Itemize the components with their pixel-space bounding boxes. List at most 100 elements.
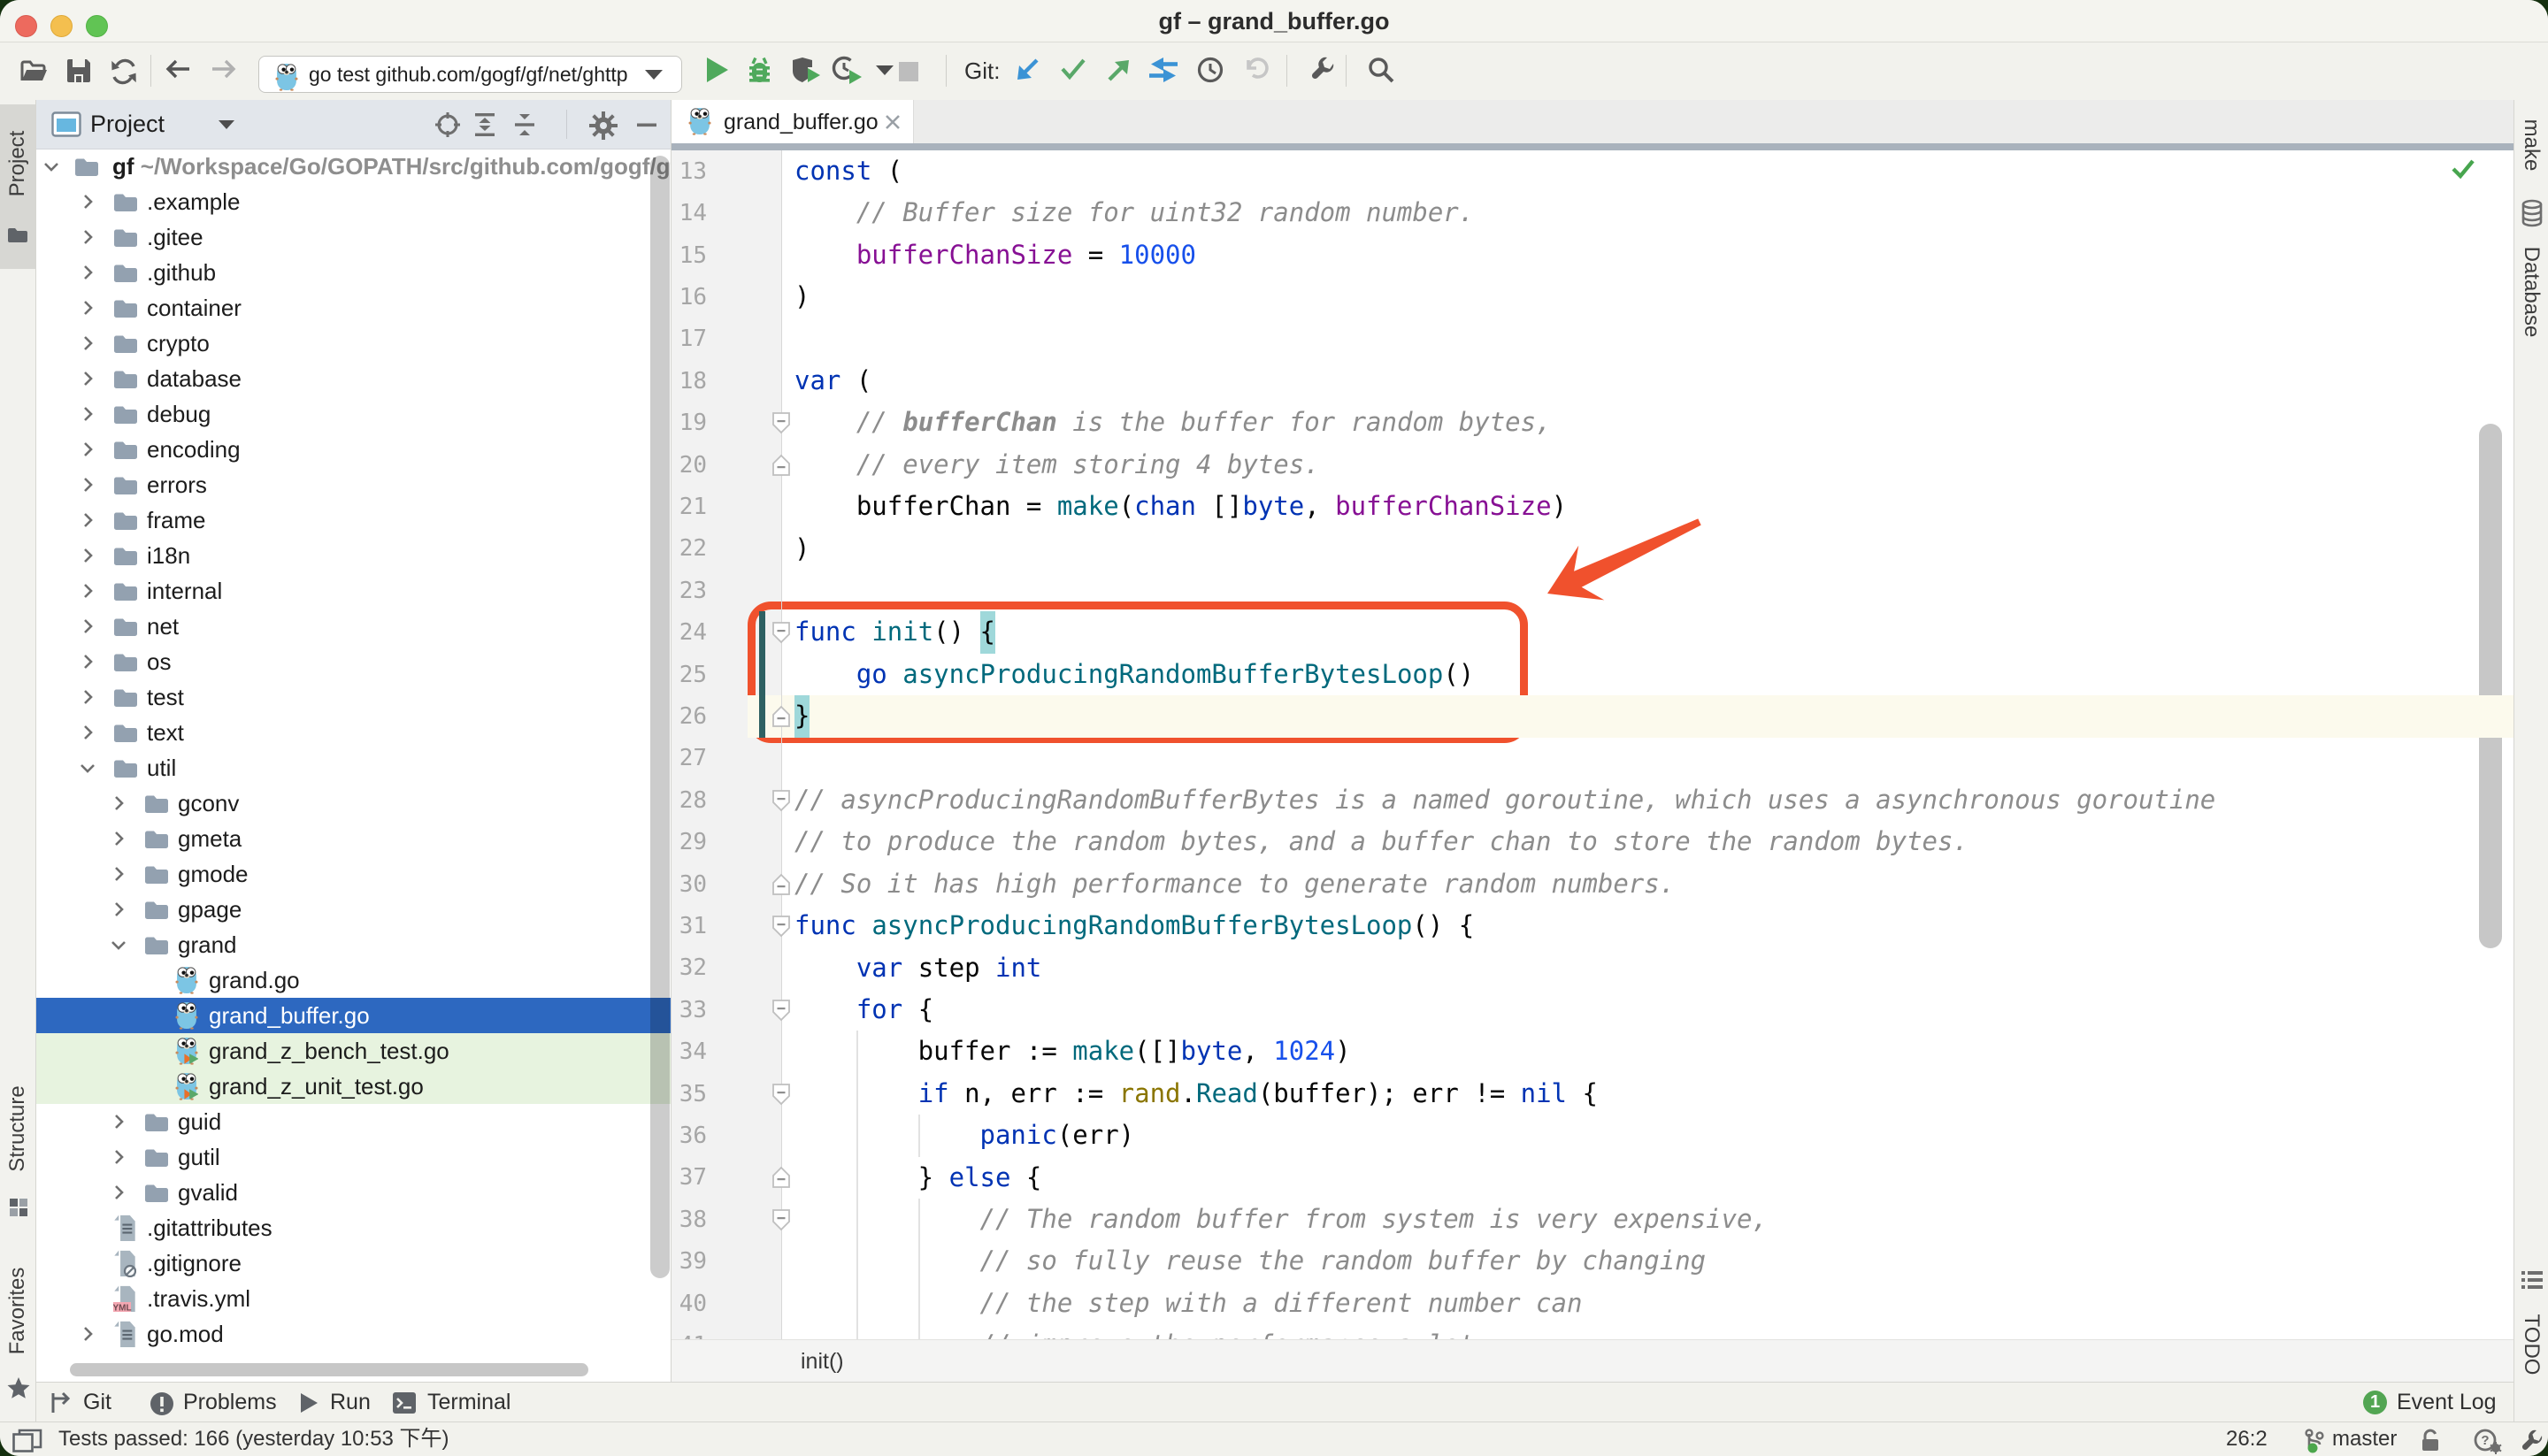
code-line[interactable]: var step int <box>794 947 1041 989</box>
chevron-right-icon[interactable] <box>78 510 97 530</box>
fold-marker-down[interactable] <box>771 1208 791 1231</box>
fold-marker-up[interactable] <box>771 454 791 477</box>
tree-row[interactable]: go.mod <box>36 1316 671 1352</box>
code-line[interactable]: go asyncProducingRandomBufferBytesLoop() <box>794 654 1474 695</box>
tree-row[interactable]: gutil <box>36 1139 671 1175</box>
chevron-right-icon[interactable] <box>78 440 97 459</box>
caret-position[interactable]: 26:2 <box>2226 1422 2268 1456</box>
fold-marker-up[interactable] <box>771 873 791 896</box>
folder-tool-icon[interactable] <box>7 226 28 244</box>
hide-panel-icon[interactable] <box>633 111 660 138</box>
structure-icon[interactable] <box>8 1197 29 1218</box>
tree-row[interactable]: gmeta <box>36 821 671 856</box>
breadcrumb[interactable]: init() <box>801 1340 844 1382</box>
wrench-icon[interactable] <box>2520 1429 2544 1454</box>
coverage-button[interactable] <box>790 56 821 84</box>
fold-marker-down[interactable] <box>771 789 791 812</box>
tree-row[interactable]: .gitee <box>36 219 671 255</box>
chevron-right-icon[interactable] <box>78 617 97 636</box>
run-configuration-select[interactable]: go test github.com/gogf/gf/net/ghttp <box>258 56 682 93</box>
close-icon[interactable] <box>884 113 902 131</box>
tree-row[interactable]: gmode <box>36 856 671 892</box>
sync-icon[interactable] <box>110 57 138 86</box>
chevron-right-icon[interactable] <box>109 864 128 884</box>
tree-row[interactable]: errors <box>36 467 671 502</box>
code-line[interactable]: // So it has high performance to generat… <box>794 863 1675 905</box>
tree-row[interactable]: .gitattributes <box>36 1210 671 1245</box>
chevron-right-icon[interactable] <box>78 298 97 318</box>
chevron-right-icon[interactable] <box>109 829 128 848</box>
tree-row[interactable]: .gitignore <box>36 1245 671 1281</box>
code-line[interactable]: // the step with a different number can <box>794 1283 1582 1324</box>
chevron-down-icon[interactable] <box>109 935 128 954</box>
code-line[interactable]: var ( <box>794 360 871 402</box>
debug-button[interactable] <box>746 56 773 85</box>
todo-icon[interactable] <box>2521 1269 2543 1291</box>
tree-horizontal-scrollbar[interactable] <box>70 1363 588 1376</box>
chevron-right-icon[interactable] <box>78 546 97 565</box>
more-run-actions-icon[interactable] <box>874 64 895 76</box>
chevron-right-icon[interactable] <box>78 581 97 601</box>
code-line[interactable]: // bufferChan is the buffer for random b… <box>794 402 1552 443</box>
code-line[interactable]: bufferChan = make(chan []byte, bufferCha… <box>794 486 1567 527</box>
chevron-right-icon[interactable] <box>78 404 97 424</box>
code-line[interactable]: // so fully reuse the random buffer by c… <box>794 1240 1706 1282</box>
tree-row[interactable]: internal <box>36 573 671 609</box>
rollback-button[interactable] <box>1244 57 1270 81</box>
tree-row[interactable]: gconv <box>36 785 671 821</box>
chevron-right-icon[interactable] <box>78 369 97 388</box>
lock-icon[interactable] <box>2419 1429 2442 1452</box>
tree-row[interactable]: grand_z_unit_test.go <box>36 1069 671 1104</box>
tree-row[interactable]: i18n <box>36 538 671 573</box>
chevron-right-icon[interactable] <box>78 333 97 353</box>
tree-row[interactable]: database <box>36 361 671 396</box>
sidebar-item-make[interactable]: make <box>2519 119 2544 172</box>
chevron-down-icon[interactable] <box>218 119 235 130</box>
code-line[interactable]: ) <box>794 276 810 318</box>
event-log-button[interactable]: Event Log <box>2397 1383 2497 1422</box>
code-line[interactable]: } else { <box>794 1157 1041 1199</box>
fold-marker-down[interactable] <box>771 915 791 938</box>
code-line[interactable]: func init() { <box>794 611 995 653</box>
code-line[interactable]: } <box>794 695 810 737</box>
fold-marker-down[interactable] <box>771 411 791 434</box>
chevron-down-icon[interactable] <box>42 157 61 176</box>
chevron-right-icon[interactable] <box>109 1112 128 1131</box>
tree-row[interactable]: test <box>36 679 671 715</box>
code-line[interactable]: const ( <box>794 150 902 192</box>
tree-row[interactable]: grand.go <box>36 962 671 998</box>
chevron-right-icon[interactable] <box>78 475 97 494</box>
tree-row[interactable]: gpage <box>36 892 671 927</box>
commit-button[interactable] <box>1060 57 1086 80</box>
chevron-right-icon[interactable] <box>109 1147 128 1167</box>
search-icon[interactable] <box>1368 57 1394 83</box>
wrench-icon[interactable] <box>1309 57 1336 83</box>
tree-row[interactable]: gvalid <box>36 1175 671 1210</box>
profiler-button[interactable] <box>832 56 863 84</box>
code-line[interactable]: bufferChanSize = 10000 <box>794 234 1196 276</box>
compare-button[interactable] <box>1148 57 1178 83</box>
tree-row[interactable]: text <box>36 715 671 750</box>
tree-vertical-scrollbar[interactable] <box>650 156 670 1278</box>
editor-scrollbar[interactable] <box>2479 424 2502 948</box>
forward-icon[interactable] <box>211 58 237 80</box>
tree-row[interactable]: gf ~/Workspace/Go/GOPATH/src/github.com/… <box>36 149 671 184</box>
code-line[interactable]: // improve the performance a lot. <box>794 1324 1490 1339</box>
chevron-right-icon[interactable] <box>78 263 97 282</box>
fold-marker-down[interactable] <box>771 621 791 644</box>
chevron-right-icon[interactable] <box>78 687 97 707</box>
save-icon[interactable] <box>65 57 92 84</box>
push-button[interactable] <box>1106 57 1132 83</box>
toolwindow-problems-button[interactable]: Problems <box>183 1383 277 1422</box>
update-project-button[interactable] <box>1014 57 1040 83</box>
chevron-right-icon[interactable] <box>109 900 128 919</box>
fold-marker-down[interactable] <box>771 999 791 1022</box>
tab-grand-buffer-go[interactable]: grand_buffer.go <box>672 100 914 143</box>
open-icon[interactable] <box>19 58 50 85</box>
code-line[interactable]: panic(err) <box>794 1115 1134 1156</box>
inspection-profile-icon[interactable]: ? <box>2473 1429 2503 1454</box>
code-line[interactable]: // asyncProducingRandomBufferBytes is a … <box>794 779 2215 821</box>
code-line[interactable]: if n, err := rand.Read(buffer); err != n… <box>794 1073 1598 1115</box>
collapse-all-icon[interactable] <box>511 111 538 138</box>
locate-file-icon[interactable] <box>434 111 461 138</box>
